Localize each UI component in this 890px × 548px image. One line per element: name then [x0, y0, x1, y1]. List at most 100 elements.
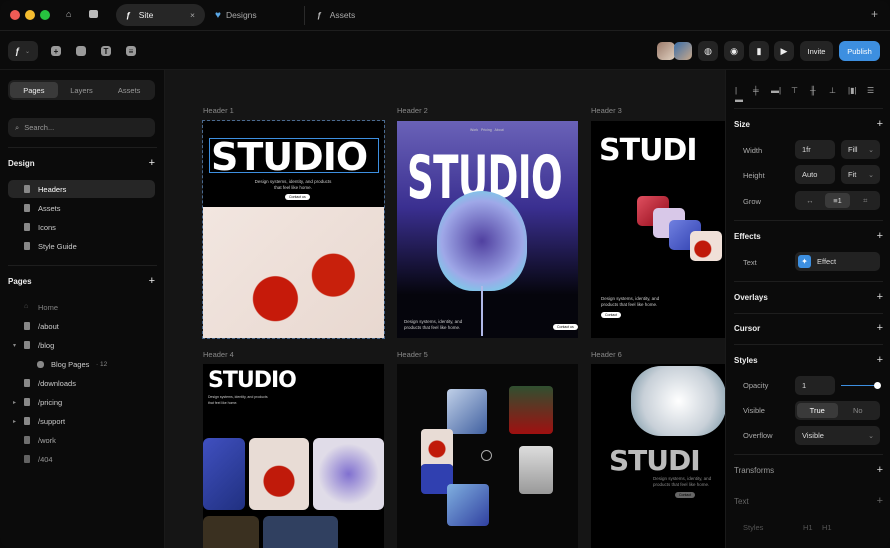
cursor-section[interactable]: Cursor +	[734, 322, 883, 334]
new-tab-button[interactable]: +	[871, 7, 878, 21]
invite-button[interactable]: Invite	[800, 41, 833, 61]
chevron-down-icon: ⌄	[868, 146, 874, 154]
insert-icon[interactable]: +	[51, 46, 61, 56]
design-item-icons[interactable]: Icons	[8, 218, 155, 236]
add-style-button[interactable]: +	[877, 354, 883, 366]
grow-both-option[interactable]: ⌗	[852, 196, 878, 206]
canvas[interactable]: Header 1 Header 2 Header 3 Header 4 Head…	[165, 70, 725, 548]
align-right-icon[interactable]: ▬|	[771, 86, 781, 95]
caret-right-icon[interactable]: ▸	[13, 399, 16, 406]
caret-down-icon[interactable]: ▾	[13, 342, 16, 349]
align-bottom-icon[interactable]: ⊥	[829, 86, 839, 95]
chevron-down-icon: ⌄	[868, 432, 874, 440]
opacity-slider-handle[interactable]	[874, 382, 881, 389]
page-item-downloads[interactable]: /downloads	[8, 374, 155, 392]
divider	[734, 454, 883, 455]
framer-menu-button[interactable]: ƒ ⌄	[8, 41, 38, 61]
tab-designs[interactable]: ♥ Designs	[215, 4, 257, 26]
grow-horizontal-option[interactable]: ↔	[797, 196, 823, 205]
text-style-h1[interactable]: H1	[803, 523, 813, 532]
add-overlay-button[interactable]: +	[877, 291, 883, 303]
add-cursor-button[interactable]: +	[877, 322, 883, 334]
page-item-pricing[interactable]: ▸ /pricing	[8, 393, 155, 411]
frame-label[interactable]: Header 5	[397, 350, 428, 359]
align-left-icon[interactable]: |▬	[735, 86, 745, 104]
preview-settings-button[interactable]: ◉	[724, 41, 744, 61]
add-text-button[interactable]: +	[877, 495, 883, 507]
add-size-button[interactable]: +	[877, 118, 883, 130]
distribute-v-icon[interactable]: ☰	[867, 86, 877, 95]
design-item-style-guide[interactable]: Style Guide	[8, 237, 155, 255]
analytics-button[interactable]: ▮	[749, 41, 769, 61]
opacity-input[interactable]: 1	[795, 376, 835, 395]
studio-heading: STUDIO	[211, 135, 368, 179]
overflow-select[interactable]: Visible ⌄	[795, 426, 880, 445]
frame-label[interactable]: Header 6	[591, 350, 622, 359]
header-1-frame[interactable]: STUDIO Design systems, identity, and pro…	[202, 120, 385, 339]
home-icon[interactable]: ⌂	[66, 9, 71, 19]
globe-button[interactable]: ◍	[698, 41, 718, 61]
add-transform-button[interactable]: +	[877, 464, 883, 476]
visible-true-option[interactable]: True	[797, 403, 838, 418]
text-style-h1-alt[interactable]: H1	[822, 523, 832, 532]
page-item-work[interactable]: /work	[8, 431, 155, 449]
tab-assets-panel[interactable]: Assets	[105, 82, 153, 98]
page-item-blog-pages[interactable]: Blog Pages · 12	[8, 355, 155, 373]
overlays-section[interactable]: Overlays +	[734, 291, 883, 303]
page-item-support[interactable]: ▸ /support	[8, 412, 155, 430]
align-center-v-icon[interactable]: ╫	[810, 86, 820, 95]
frame-label[interactable]: Header 1	[203, 106, 234, 115]
header-6-frame[interactable]: STUDI Design systems, identity, and prod…	[591, 364, 725, 548]
tab-pages[interactable]: Pages	[10, 82, 58, 98]
grow-fill-option[interactable]: ≡1	[824, 193, 851, 208]
height-input[interactable]: Auto	[795, 165, 835, 184]
design-item-assets[interactable]: Assets	[8, 199, 155, 217]
frame-label[interactable]: Header 4	[203, 350, 234, 359]
text-tool-icon[interactable]: T	[101, 46, 111, 56]
play-button[interactable]: ▶	[774, 41, 794, 61]
minimize-window-button[interactable]	[25, 10, 35, 20]
maximize-window-button[interactable]	[40, 10, 50, 20]
distribute-h-icon[interactable]: |▮|	[848, 86, 858, 95]
frame-label[interactable]: Header 3	[591, 106, 622, 115]
align-center-h-icon[interactable]: ╪	[753, 86, 763, 95]
design-item-headers[interactable]: Headers	[8, 180, 155, 198]
avatar[interactable]	[674, 42, 692, 60]
header-4-frame[interactable]: STUDIO Design systems, identity, and pro…	[203, 364, 384, 548]
header-5-frame[interactable]	[397, 364, 578, 548]
header-3-frame[interactable]: STUDI Design systems, identity, and prod…	[591, 121, 725, 338]
visible-no-option[interactable]: No	[838, 406, 879, 415]
frame-label[interactable]: Header 2	[397, 106, 428, 115]
inbox-icon[interactable]	[89, 10, 98, 18]
add-page-button[interactable]: +	[149, 275, 155, 287]
search-input[interactable]: ⌕ Search...	[8, 118, 155, 137]
cms-icon[interactable]: ≡	[126, 46, 136, 56]
add-effect-button[interactable]: +	[877, 230, 883, 242]
page-item-blog[interactable]: ▾ /blog	[8, 336, 155, 354]
nav-links: Work Pricing About	[470, 128, 504, 132]
page-item-home[interactable]: ⌂ Home	[8, 298, 155, 316]
page-item-about[interactable]: /about	[8, 317, 155, 335]
avatar[interactable]	[657, 42, 675, 60]
header-2-frame[interactable]: Work Pricing About STUDIO Design systems…	[397, 121, 578, 338]
height-mode-select[interactable]: Fit ⌄	[841, 165, 880, 184]
width-mode-select[interactable]: Fill ⌄	[841, 140, 880, 159]
align-top-icon[interactable]: ⊤	[791, 86, 801, 95]
opacity-slider-track[interactable]	[841, 385, 877, 386]
tab-layers[interactable]: Layers	[58, 82, 106, 98]
tab-assets[interactable]: ƒ Assets	[317, 4, 355, 26]
page-item-404[interactable]: /404	[8, 450, 155, 468]
glass-flower-image	[437, 191, 527, 291]
tab-site[interactable]: ƒ Site ×	[116, 4, 205, 26]
close-window-button[interactable]	[10, 10, 20, 20]
publish-button[interactable]: Publish	[839, 41, 880, 61]
add-design-page-button[interactable]: +	[149, 157, 155, 169]
caret-right-icon[interactable]: ▸	[13, 418, 16, 425]
transforms-section[interactable]: Transforms +	[734, 464, 883, 476]
width-input[interactable]: 1fr	[795, 140, 835, 159]
item-label: /downloads	[38, 378, 76, 388]
close-tab-icon[interactable]: ×	[190, 10, 195, 20]
effect-select[interactable]: ✦ Effect	[795, 252, 880, 271]
layout-icon[interactable]	[76, 46, 86, 56]
text-section[interactable]: Text +	[734, 495, 883, 507]
